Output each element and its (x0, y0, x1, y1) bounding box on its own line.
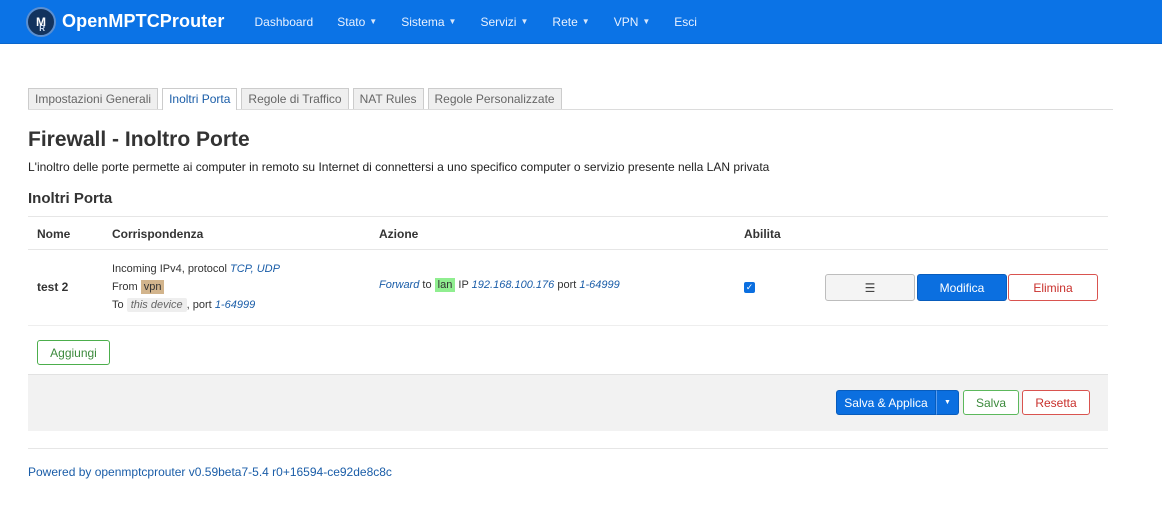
reset-button[interactable]: Resetta (1022, 390, 1090, 415)
section-title: Inoltri Porta (28, 190, 113, 207)
match-to-label: To (112, 299, 124, 311)
add-button[interactable]: Aggiungi (37, 340, 110, 365)
nav-vpn[interactable]: VPN ▼ (614, 15, 651, 29)
match-protocols: TCP, UDP (230, 263, 280, 275)
delete-button[interactable]: Elimina (1008, 274, 1098, 301)
footer-divider (28, 448, 1108, 449)
table-row: test 2 Incoming IPv4, protocol TCP, UDP … (28, 250, 1108, 326)
caret-down-icon: ▼ (581, 17, 590, 26)
rule-match: Incoming IPv4, protocol TCP, UDP From vp… (112, 260, 280, 314)
page-title: Firewall - Inoltro Porte (28, 128, 250, 151)
nav-label: Stato (337, 14, 366, 29)
save-apply-button[interactable]: Salva & Applica (836, 390, 936, 415)
nav-stato[interactable]: Stato ▼ (337, 15, 377, 29)
tab-bar: Impostazioni Generali Inoltri Porta Rego… (28, 88, 1113, 110)
caret-down-icon: ▼ (520, 17, 529, 26)
match-from-label: From (112, 281, 138, 293)
tab-regole-personalizzate[interactable]: Regole Personalizzate (427, 88, 562, 109)
zone-badge-vpn: vpn (140, 280, 165, 294)
nav-sistema[interactable]: Sistema ▼ (401, 15, 456, 29)
device-badge: this device (126, 298, 187, 312)
drag-menu-button[interactable]: ☰ (825, 274, 915, 301)
header-enable: Abilita (744, 227, 781, 241)
action-ip-label: IP (458, 279, 469, 291)
nav-label: Dashboard (254, 14, 314, 29)
tab-nat-rules[interactable]: NAT Rules (352, 88, 424, 109)
header-match: Corrispondenza (112, 227, 204, 241)
caret-down-icon: ▼ (448, 17, 457, 26)
rule-action: Forward to lan IP 192.168.100.176 port 1… (379, 278, 620, 292)
top-navbar: M R OpenMPTCProuter Dashboard Stato ▼ Sis… (0, 0, 1162, 44)
tab-regole-di-traffico[interactable]: Regole di Traffico (241, 88, 349, 109)
port-forward-table: Nome Corrispondenza Azione Abilita test … (28, 216, 1108, 326)
nav-dashboard[interactable]: Dashboard (255, 15, 314, 29)
nav-servizi[interactable]: Servizi ▼ (480, 15, 528, 29)
nav-esci[interactable]: Esci (674, 15, 697, 29)
table-header: Nome Corrispondenza Azione Abilita (28, 216, 1108, 250)
action-port-label: port (557, 279, 577, 291)
tab-impostazioni-generali[interactable]: Impostazioni Generali (28, 88, 159, 109)
brand[interactable]: M R OpenMPTCProuter (26, 6, 225, 37)
rule-name: test 2 (37, 280, 69, 294)
page-description: L'inoltro delle porte permette ai comput… (28, 160, 770, 174)
nav-label: Servizi (480, 14, 517, 29)
save-button[interactable]: Salva (963, 390, 1019, 415)
tab-inoltri-porta[interactable]: Inoltri Porta (162, 88, 238, 110)
action-port-range: 1-64999 (579, 279, 620, 291)
nav-label: Esci (674, 14, 697, 29)
match-port-label: , port (186, 299, 212, 311)
nav-label: Sistema (401, 14, 445, 29)
save-apply-dropdown-icon[interactable]: ▼ (936, 390, 959, 415)
brand-logo-sub: R (39, 23, 45, 33)
action-ip: 192.168.100.176 (471, 279, 555, 291)
edit-button[interactable]: Modifica (917, 274, 1007, 301)
enable-checkbox[interactable]: ✓ (744, 282, 755, 293)
brand-logo-icon: M R (26, 6, 56, 37)
match-line-incoming: Incoming IPv4, protocol TCP, UDP (112, 260, 280, 278)
zone-badge-lan: lan (434, 278, 456, 292)
action-verb: Forward (379, 279, 420, 291)
header-action: Azione (379, 227, 419, 241)
powered-by-link[interactable]: Powered by openmptcprouter v0.59beta7-5.… (28, 465, 392, 479)
nav-label: VPN (613, 14, 639, 29)
match-line-from: From vpn (112, 278, 280, 296)
match-line-to: To this device, port 1-64999 (112, 296, 280, 314)
caret-down-icon: ▼ (369, 17, 378, 26)
match-incoming: Incoming IPv4, protocol (112, 263, 227, 275)
nav-rete[interactable]: Rete ▼ (552, 15, 589, 29)
caret-down-icon: ▼ (642, 17, 651, 26)
action-to-label: to (422, 279, 432, 291)
nav-label: Rete (552, 14, 578, 29)
brand-name: OpenMPTCProuter (62, 11, 225, 31)
match-port-range: 1-64999 (214, 299, 256, 311)
header-name: Nome (37, 227, 71, 241)
